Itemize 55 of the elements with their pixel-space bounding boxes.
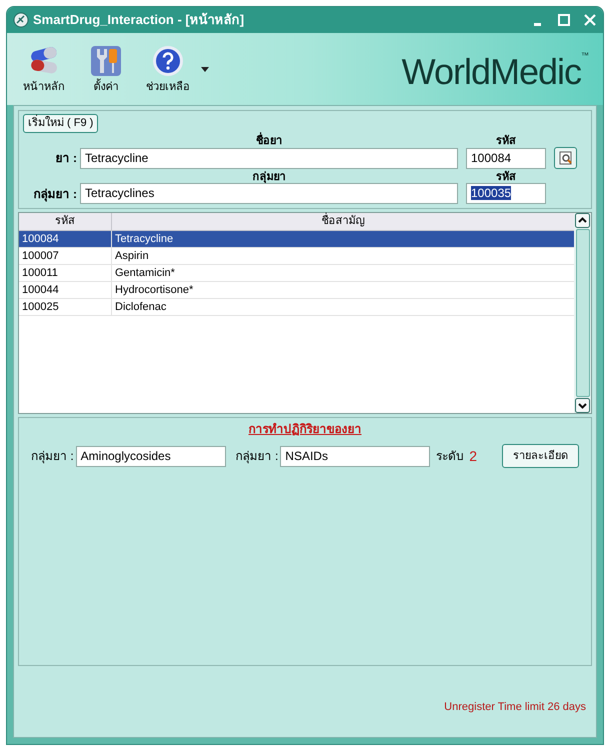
table-cell: 100044 bbox=[19, 282, 112, 298]
table-cell-text: Diclofenac bbox=[114, 300, 168, 315]
dropdown-caret-icon[interactable] bbox=[201, 67, 209, 73]
column-header[interactable]: ชื่อสามัญ bbox=[112, 213, 574, 230]
table-cell-text: Hydrocortisone* bbox=[114, 283, 194, 298]
column-label: รหัส bbox=[495, 170, 517, 183]
table-row[interactable]: 100025 Diclofenac bbox=[19, 299, 574, 316]
scrollbar[interactable] bbox=[574, 213, 591, 413]
table-cell: 100007 bbox=[19, 248, 112, 264]
table-cell: 100011 bbox=[19, 265, 112, 281]
trademark-mark: ™ bbox=[581, 51, 589, 61]
app-icon bbox=[13, 12, 29, 28]
column-label: ชื่อยา bbox=[80, 133, 458, 147]
table-cell: 100025 bbox=[19, 299, 112, 315]
table-cell: 100084 bbox=[19, 231, 112, 247]
toolbar-button[interactable]: หน้าหลัก bbox=[15, 45, 73, 96]
table-row[interactable]: 100011 Gentamicin* bbox=[19, 265, 574, 282]
toolbar-button[interactable]: ตั้งค่า bbox=[77, 45, 135, 96]
field-label: ยา : bbox=[54, 150, 78, 167]
field-label: กลุ่มยา : bbox=[236, 448, 278, 465]
drug-code-field[interactable]: 100084 bbox=[466, 148, 546, 168]
column-header[interactable]: รหัส bbox=[19, 213, 112, 230]
drug-name-field[interactable]: Tetracycline bbox=[80, 148, 458, 168]
scroll-thumb[interactable] bbox=[576, 229, 590, 397]
table-cell-text: Tetracycline bbox=[114, 232, 174, 247]
search-button[interactable] bbox=[554, 147, 577, 169]
table-cell-text: Aspirin bbox=[114, 249, 150, 264]
toolbar-button[interactable]: ช่วยเหลือ bbox=[139, 45, 197, 96]
column-label: รหัส bbox=[495, 134, 517, 147]
group-field[interactable]: Aminoglycosides bbox=[76, 446, 226, 466]
column-label: กลุ่มยา bbox=[252, 170, 286, 183]
close-icon[interactable] bbox=[583, 13, 597, 27]
table-cell-text: Gentamicin* bbox=[114, 266, 176, 281]
table-row[interactable]: 100044 Hydrocortisone* bbox=[19, 282, 574, 299]
scroll-up-icon[interactable] bbox=[575, 213, 590, 228]
level-value: 2 bbox=[469, 446, 478, 466]
scroll-down-icon[interactable] bbox=[575, 398, 590, 413]
window-title: SmartDrug_Interaction - [หน้าหลัก] bbox=[33, 11, 244, 30]
logo: WorldMedic bbox=[402, 51, 581, 93]
table-row[interactable]: 100007 Aspirin bbox=[19, 248, 574, 265]
new-button[interactable]: เริ่มใหม่ ( F9 ) bbox=[23, 114, 98, 133]
level-label: ระดับ bbox=[436, 448, 464, 465]
table-row[interactable]: 100084 Tetracycline bbox=[19, 231, 574, 248]
status-text: Unregister Time limit 26 days bbox=[444, 700, 586, 714]
group-field[interactable]: NSAIDs bbox=[280, 446, 430, 466]
details-button[interactable]: รายละเอียด bbox=[502, 444, 580, 468]
field-label: กลุ่มยา : bbox=[31, 448, 74, 465]
section-title: การทำปฏิกิริยาของยา bbox=[248, 421, 362, 438]
tools-icon bbox=[90, 45, 122, 77]
search-icon bbox=[558, 151, 572, 165]
field-label: กลุ่มยา : bbox=[32, 186, 78, 202]
group-name-field[interactable]: Tetracyclines bbox=[80, 183, 458, 204]
group-code-field[interactable]: 100035 bbox=[466, 183, 546, 204]
maximize-icon[interactable] bbox=[557, 13, 571, 27]
help-icon bbox=[152, 45, 184, 77]
